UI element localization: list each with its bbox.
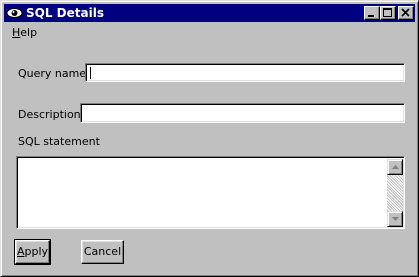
minimize-icon: [368, 15, 374, 17]
vertical-scrollbar[interactable]: [387, 159, 403, 227]
menu-bar: Help: [4, 23, 415, 41]
window-title: SQL Details: [26, 6, 104, 20]
sql-statement-textarea[interactable]: [19, 159, 386, 226]
apply-label: pply: [24, 245, 49, 258]
maximize-button[interactable]: [380, 6, 396, 20]
sql-details-window: SQL Details Help Query name: Description…: [0, 0, 419, 277]
eye-icon: [6, 8, 23, 18]
arrow-down-icon: [392, 217, 399, 221]
sql-statement-box[interactable]: [16, 156, 405, 229]
close-button[interactable]: [398, 6, 414, 20]
text-caret: [90, 67, 91, 79]
query-name-field[interactable]: [85, 63, 405, 82]
query-name-label: Query name:: [18, 67, 90, 80]
arrow-up-icon: [392, 165, 399, 169]
query-name-input[interactable]: [89, 66, 401, 79]
maximize-icon: [383, 8, 392, 17]
cancel-button[interactable]: Cancel: [81, 240, 124, 264]
apply-mnemonic: A: [16, 245, 25, 258]
minimize-button[interactable]: [364, 6, 380, 20]
description-field[interactable]: [80, 103, 405, 123]
description-input[interactable]: [84, 106, 401, 120]
title-bar[interactable]: SQL Details: [4, 4, 415, 22]
apply-button[interactable]: Apply: [14, 239, 51, 265]
menu-help[interactable]: Help: [12, 26, 37, 39]
description-label: Description:: [18, 108, 85, 121]
sql-statement-label: SQL statement: [18, 135, 100, 148]
scroll-up-button[interactable]: [387, 159, 403, 175]
close-icon: [401, 8, 410, 17]
menu-help-label: elp: [20, 26, 38, 39]
scroll-down-button[interactable]: [387, 211, 403, 227]
